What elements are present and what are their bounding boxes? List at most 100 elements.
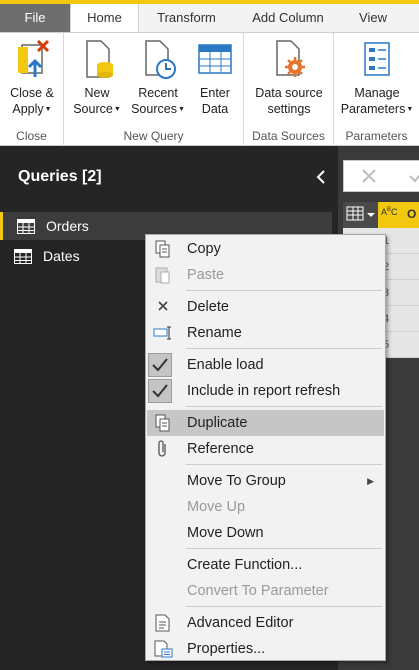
menu-label: Convert To Parameter (187, 583, 329, 599)
menu-label: Create Function... (187, 557, 303, 573)
chevron-down-icon: ▼ (113, 106, 121, 113)
menu-label: Duplicate (187, 415, 248, 431)
chevron-down-icon: ▼ (406, 106, 414, 113)
queries-pane-title: Queries [2] (18, 168, 102, 185)
checkbox[interactable] (148, 353, 172, 377)
menu-separator (186, 464, 382, 465)
advanced-editor-icon (155, 614, 170, 632)
menu-label: Move Up (187, 499, 246, 515)
manage-parameters-label-1: Manage (354, 86, 400, 100)
checkmark-icon (152, 358, 168, 372)
column-header[interactable]: ABC O (378, 202, 419, 228)
chevron-down-icon: ▼ (177, 106, 185, 113)
menu-item-reference[interactable]: Reference (147, 436, 384, 462)
menu-item-move-to-group[interactable]: Move To Group ▶ (147, 468, 384, 494)
chevron-down-icon: ▼ (44, 106, 52, 113)
enter-data-button[interactable]: Enter Data (190, 37, 240, 117)
menu-label: Copy (187, 241, 221, 257)
menu-item-enable-load[interactable]: Enable load (147, 352, 384, 378)
menu-item-create-function[interactable]: Create Function... (147, 552, 384, 578)
enter-data-label-2: Data (201, 102, 229, 116)
properties-icon (154, 640, 173, 658)
menu-label: Reference (187, 441, 254, 457)
ribbon: Close & Apply▼ Close New Source▼ Recent … (0, 32, 419, 146)
table-menu-icon[interactable] (346, 205, 376, 225)
recent-sources-button[interactable]: Recent Sources▼ (126, 37, 190, 118)
close-apply-label-1: Close & (10, 86, 54, 100)
group-label-data-sources: Data Sources (252, 129, 325, 143)
checkbox[interactable] (148, 379, 172, 403)
ribbon-tab-bar: File Home Transform Add Column View (0, 0, 419, 33)
tab-view[interactable]: View (342, 4, 404, 32)
tab-home[interactable]: Home (70, 4, 139, 33)
menu-item-properties[interactable]: Properties... (147, 636, 384, 662)
group-close: Close & Apply▼ Close (0, 33, 64, 146)
group-parameters: Manage Parameters▼ Parameters (334, 33, 419, 146)
new-source-label-1: New (84, 86, 110, 100)
collapse-pane-icon[interactable] (310, 166, 332, 188)
confirm-formula-icon[interactable] (406, 161, 419, 191)
menu-label: Move Down (187, 525, 264, 541)
menu-item-convert-parameter[interactable]: Convert To Parameter (147, 578, 384, 604)
menu-item-delete[interactable]: Delete (147, 294, 384, 320)
menu-label: Enable load (187, 357, 264, 373)
query-name: Dates (43, 248, 80, 264)
close-apply-label-2: Apply (12, 102, 44, 116)
new-source-button[interactable]: New Source▼ (68, 37, 126, 118)
tab-transform[interactable]: Transform (139, 4, 234, 32)
menu-item-duplicate[interactable]: Duplicate (147, 410, 384, 436)
data-source-settings-button[interactable]: Data source settings (246, 37, 332, 117)
menu-item-rename[interactable]: Rename (147, 320, 384, 346)
menu-item-paste[interactable]: Paste (147, 262, 384, 288)
menu-separator (186, 406, 382, 407)
query-name: Orders (46, 218, 89, 234)
menu-label: Paste (187, 267, 225, 283)
paste-icon (155, 267, 170, 284)
tab-file[interactable]: File (0, 4, 70, 32)
menu-label: Properties... (187, 641, 266, 657)
duplicate-icon (155, 414, 170, 432)
rename-icon (153, 326, 171, 340)
group-label-new-query: New Query (123, 129, 184, 143)
menu-label: Include in report refresh (187, 383, 341, 399)
data-source-settings-icon (276, 40, 305, 77)
recent-sources-label-1: Recent (138, 86, 178, 100)
manage-parameters-button[interactable]: Manage Parameters▼ (336, 37, 418, 118)
menu-separator (186, 548, 382, 549)
menu-label: Move To Group (187, 473, 286, 489)
menu-item-advanced-editor[interactable]: Advanced Editor (147, 610, 384, 636)
recent-sources-label-2: Sources (131, 102, 177, 116)
close-apply-button[interactable]: Close & Apply▼ (4, 37, 60, 118)
group-label-close: Close (16, 129, 47, 143)
tab-add-column[interactable]: Add Column (234, 4, 342, 32)
text-type-icon: ABC (381, 207, 398, 217)
menu-separator (186, 348, 382, 349)
manage-parameters-icon (364, 42, 390, 76)
menu-item-move-up[interactable]: Move Up (147, 494, 384, 520)
close-apply-icon (18, 39, 50, 77)
column-header-label: O (407, 207, 417, 221)
menu-item-copy[interactable]: Copy (147, 236, 384, 262)
new-source-icon (86, 40, 113, 78)
menu-item-move-down[interactable]: Move Down (147, 520, 384, 546)
copy-icon (155, 240, 170, 258)
menu-separator (186, 290, 382, 291)
data-source-settings-label-1: Data source (255, 86, 323, 100)
table-icon (198, 44, 232, 74)
group-data-sources: Data source settings Data Sources (244, 33, 334, 146)
group-new-query: New Source▼ Recent Sources▼ Enter Data N… (64, 33, 244, 146)
table-icon (14, 249, 32, 264)
menu-label: Delete (187, 299, 229, 315)
table-icon (17, 219, 35, 234)
menu-item-include-refresh[interactable]: Include in report refresh (147, 378, 384, 404)
menu-separator (186, 606, 382, 607)
cancel-formula-icon[interactable] (354, 161, 384, 191)
group-label-parameters: Parameters (345, 129, 408, 143)
formula-bar[interactable] (343, 160, 419, 192)
delete-icon (158, 301, 168, 311)
context-menu: Copy Paste Delete Rename Enable load Inc… (145, 234, 386, 661)
checkmark-icon (152, 384, 168, 398)
paperclip-icon (158, 440, 166, 457)
data-source-settings-label-2: settings (267, 102, 311, 116)
new-source-label-2: Source (73, 102, 113, 116)
